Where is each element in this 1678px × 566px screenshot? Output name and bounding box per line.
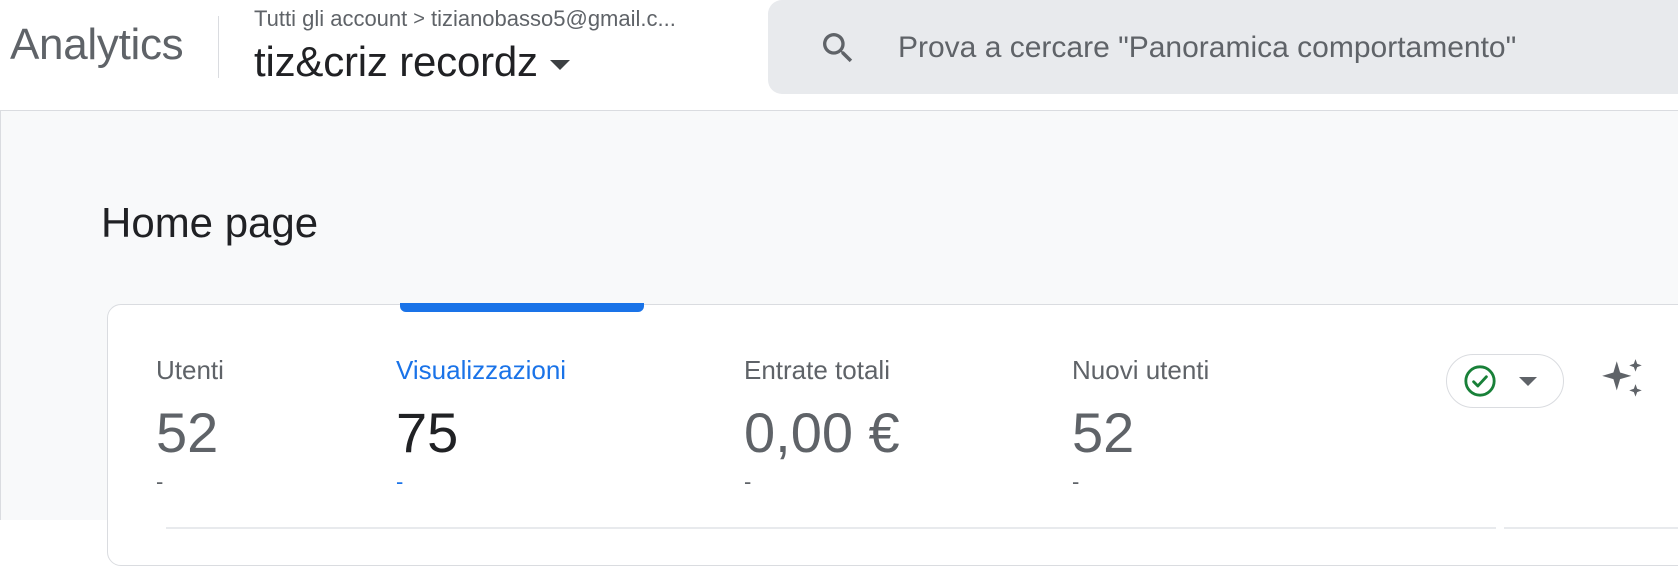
breadcrumb-separator: > (413, 7, 425, 30)
top-bar: Analytics Tutti gli account > tizianobas… (0, 0, 1678, 111)
metric-tab-users[interactable]: Utenti 52 - (156, 355, 224, 495)
metric-label: Nuovi utenti (1072, 355, 1210, 385)
search-input[interactable] (896, 22, 1620, 74)
active-tab-indicator (400, 303, 644, 312)
property-selector[interactable]: tiz&criz recordz (254, 38, 570, 86)
metric-change: - (156, 469, 164, 494)
side-panel-divider (1504, 527, 1678, 529)
breadcrumb-account[interactable]: tizianobasso5@gmail.c... (431, 6, 676, 32)
header-divider (218, 16, 219, 78)
metric-change: - (396, 469, 404, 494)
metric-tab-views[interactable]: Visualizzazioni 75 - (396, 355, 566, 495)
product-name[interactable]: Analytics (10, 20, 184, 70)
page-title: Home page (101, 199, 319, 246)
metric-change: - (1072, 469, 1080, 494)
sparkle-icon[interactable] (1598, 355, 1648, 405)
metric-value: 52 (1072, 401, 1135, 464)
metric-change: - (744, 469, 752, 494)
caret-down-icon (549, 60, 570, 70)
search-icon (823, 33, 853, 63)
metric-tab-total-revenue[interactable]: Entrate totali 0,00 € - (744, 355, 900, 495)
search-bar[interactable] (768, 0, 1678, 94)
metric-tab-new-users[interactable]: Nuovi utenti 52 - (1072, 355, 1209, 495)
main-content: Home page Utenti 52 - Visualizzazioni 75… (0, 111, 1678, 566)
property-name: tiz&criz recordz (254, 38, 538, 85)
check-circle-icon (1464, 365, 1496, 397)
data-status-dropdown[interactable] (1446, 354, 1564, 408)
metrics-card: Utenti 52 - Visualizzazioni 75 - Entrate… (107, 303, 1678, 566)
metric-value: 0,00 € (744, 401, 900, 464)
metric-label: Utenti (156, 355, 224, 385)
breadcrumb: Tutti gli account > tizianobasso5@gmail.… (254, 6, 676, 32)
metric-value: 75 (396, 401, 459, 464)
metric-value: 52 (156, 401, 219, 464)
chart-area-divider (166, 527, 1496, 529)
breadcrumb-all-accounts[interactable]: Tutti gli account (254, 6, 407, 32)
metric-label: Visualizzazioni (396, 355, 567, 385)
metric-label: Entrate totali (744, 355, 890, 385)
caret-down-icon (1519, 376, 1537, 386)
